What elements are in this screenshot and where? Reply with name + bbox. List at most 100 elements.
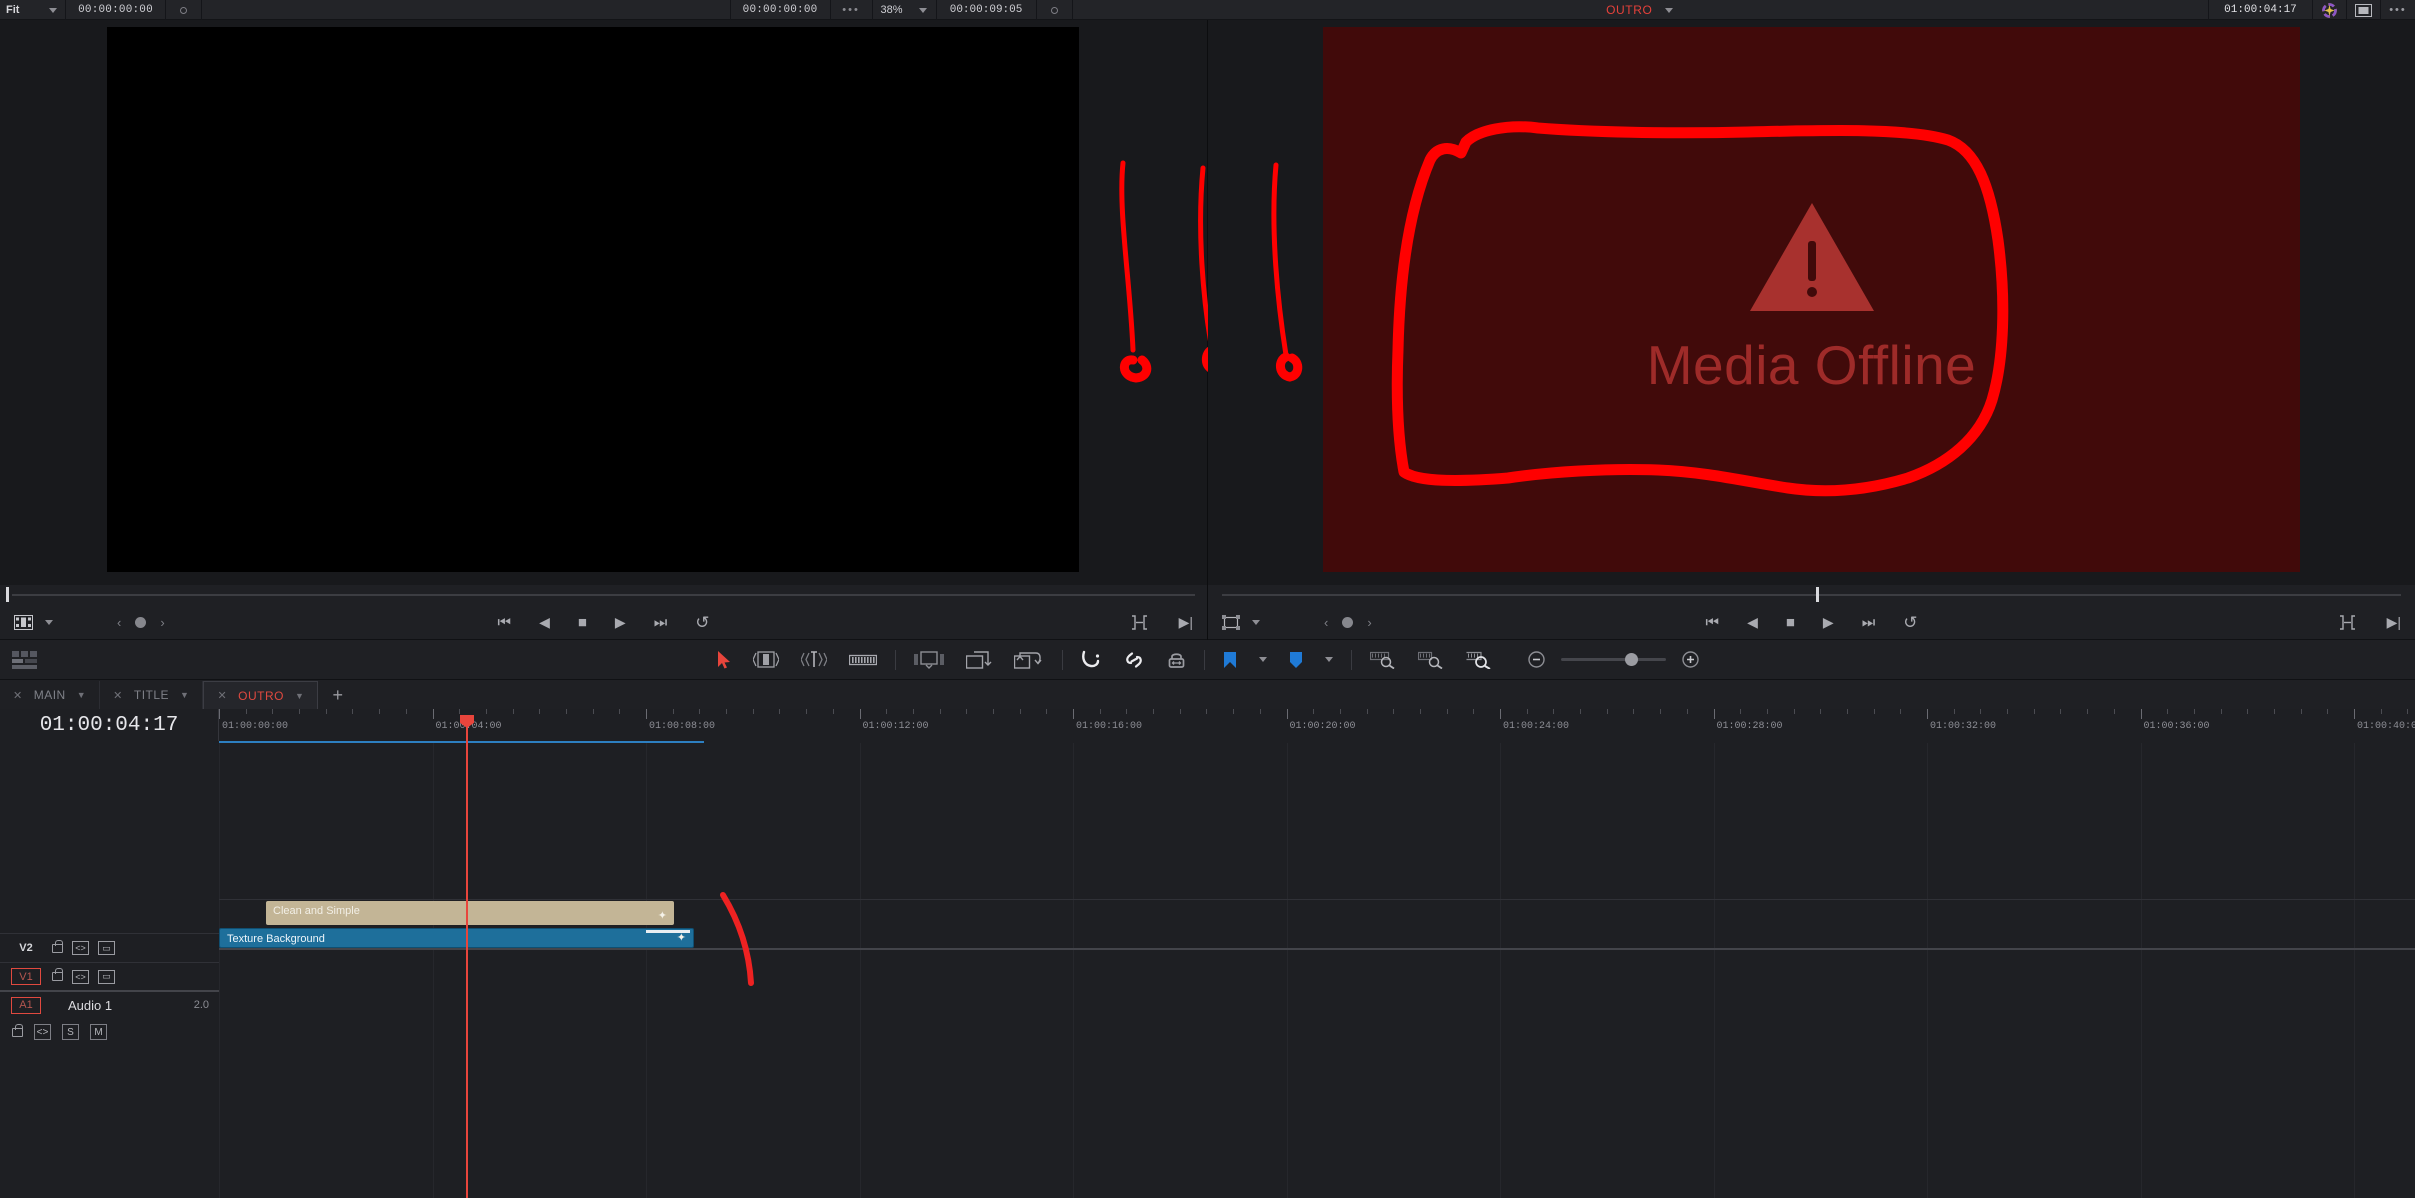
tab-main[interactable]: ✕ MAIN ▼: [0, 681, 101, 709]
source-marker-icon[interactable]: [166, 0, 202, 20]
detail-zoom-icon[interactable]: [1417, 651, 1444, 669]
fit-zoom-label[interactable]: Fit: [0, 0, 40, 20]
video-track-icon[interactable]: ▭: [98, 969, 115, 984]
close-icon[interactable]: ✕: [13, 689, 23, 702]
selection-tool[interactable]: [717, 650, 731, 669]
linked-selection-link-icon[interactable]: [1123, 651, 1145, 669]
timeline-panel: 01:00:04:17 01:00:00:0001:00:04:0001:00:…: [0, 709, 2415, 1198]
close-icon[interactable]: ✕: [217, 689, 227, 702]
auto-select-icon[interactable]: <>: [72, 941, 89, 955]
ruler-tick-label: 01:00:24:00: [1503, 721, 1570, 732]
tab-outro[interactable]: ✕ OUTRO ▼: [203, 681, 319, 709]
timeline-playhead[interactable]: [460, 715, 474, 1198]
timeline-play-forward-button[interactable]: ▶: [1823, 614, 1834, 631]
ruler-minor-tick: [512, 709, 514, 714]
zoom-in-button[interactable]: [1681, 651, 1699, 668]
zoom-slider[interactable]: [1560, 653, 1666, 666]
timeline-next-edit-button[interactable]: ▶|: [2387, 614, 2401, 631]
chevron-down-icon[interactable]: ▼: [180, 690, 189, 700]
marker-icon[interactable]: [1289, 651, 1303, 669]
ruler-major-tick: [2354, 709, 2355, 719]
next-edit-button[interactable]: ▶|: [1179, 614, 1193, 631]
timeline-chevron-down-icon[interactable]: [1658, 0, 1680, 20]
timeline-loop-button[interactable]: ↺: [1903, 613, 1917, 633]
ruler-tick-label: 01:00:36:00: [2143, 721, 2210, 732]
source-scrubber[interactable]: [0, 585, 1208, 605]
auto-select-icon[interactable]: <>: [72, 969, 89, 984]
zoom-chevron-down-icon[interactable]: [911, 0, 937, 20]
ruler-tick-label: 01:00:08:00: [649, 721, 716, 732]
timeline-scrubber[interactable]: [1208, 585, 2415, 605]
tab-title[interactable]: ✕ TITLE ▼: [100, 681, 204, 709]
close-icon[interactable]: ✕: [113, 689, 123, 702]
tab-main-label: MAIN: [33, 688, 66, 702]
chevron-down-icon[interactable]: ▼: [295, 691, 304, 701]
timeline-transport: ‹ › ⏮ ◀ ■ ▶ ⏭ ↺ ▶|: [1208, 605, 2415, 640]
zoom-out-button[interactable]: [1527, 651, 1545, 668]
track-header-a1[interactable]: A1 Audio 1 2.0: [0, 990, 219, 1018]
color-wheel-icon[interactable]: [2313, 0, 2347, 20]
timeline-tracks-body[interactable]: Clean and Simple ✦ Texture Background ✦: [219, 743, 2415, 1198]
clip-clean-and-simple[interactable]: Clean and Simple ✦: [266, 901, 674, 925]
replace-clip-tool[interactable]: [1013, 651, 1044, 669]
timeline-stop-button[interactable]: ■: [1786, 614, 1795, 631]
lock-icon[interactable]: [52, 968, 63, 981]
fit-chevron-down-icon[interactable]: [40, 0, 66, 20]
clip-v1-title: Texture Background: [227, 933, 325, 945]
insert-clip-tool[interactable]: [913, 650, 944, 669]
razor-edit-tool[interactable]: [848, 653, 877, 667]
lock-icon[interactable]: [12, 1023, 23, 1037]
timeline-ruler[interactable]: 01:00:00:0001:00:04:0001:00:08:0001:00:1…: [219, 709, 2415, 741]
source-timecode-field[interactable]: 00:00:00:00: [66, 0, 166, 20]
video-track-icon[interactable]: ▭: [98, 941, 115, 955]
timeline-play-reverse-button[interactable]: ◀: [1747, 614, 1758, 631]
play-reverse-button[interactable]: ◀: [539, 614, 550, 631]
auto-select-icon[interactable]: <>: [34, 1024, 51, 1040]
in-out-range-button[interactable]: [1130, 615, 1149, 630]
clip-texture-background[interactable]: Texture Background ✦: [219, 928, 694, 948]
jump-to-end-button[interactable]: ⏭: [654, 614, 668, 631]
zoom-percent-label[interactable]: 38%: [873, 0, 911, 20]
track-header-v2[interactable]: V2 <> ▭: [0, 933, 219, 962]
timeline-viewer[interactable]: Media Offline: [1208, 20, 2415, 585]
timeline-annotation: [720, 892, 754, 986]
ruler-tick-label: 01:00:12:00: [862, 721, 929, 732]
snapping-magnet-icon[interactable]: [1081, 650, 1101, 669]
lock-icon[interactable]: [52, 939, 63, 953]
dynamic-trim-mode-tool[interactable]: [800, 651, 827, 668]
timeline-jump-to-end-button[interactable]: ⏭: [1862, 614, 1876, 631]
flag-chevron-down-icon[interactable]: [1258, 657, 1267, 662]
loop-button[interactable]: ↺: [695, 613, 709, 633]
flag-icon[interactable]: [1223, 651, 1237, 669]
jump-to-start-button[interactable]: ⏮: [498, 614, 512, 631]
track-a1-label[interactable]: A1: [11, 996, 41, 1014]
mute-button[interactable]: M: [90, 1024, 107, 1040]
track-v1-label[interactable]: V1: [11, 968, 41, 985]
viewer-options-dots-icon[interactable]: •••: [831, 0, 873, 20]
source-scrubber-playhead[interactable]: [6, 587, 9, 602]
record-timecode-field[interactable]: 00:00:00:00: [731, 0, 831, 20]
add-timeline-button[interactable]: +: [318, 681, 357, 709]
more-options-icon[interactable]: •••: [2381, 0, 2415, 20]
position-lock-icon[interactable]: [1167, 651, 1186, 669]
timeline-scrubber-playhead[interactable]: [1816, 587, 1819, 602]
play-forward-button[interactable]: ▶: [615, 614, 626, 631]
display-icon[interactable]: [2347, 0, 2381, 20]
overwrite-clip-tool[interactable]: [965, 650, 992, 669]
track-header-v1[interactable]: V1 <> ▭: [0, 962, 219, 990]
active-timeline-name[interactable]: OUTRO: [1600, 0, 1658, 20]
timeline-in-out-range-button[interactable]: [2338, 615, 2357, 630]
ruler-minor-tick: [1206, 709, 1208, 714]
custom-zoom-icon[interactable]: [1466, 651, 1492, 669]
chevron-down-icon[interactable]: ▼: [77, 690, 86, 700]
duration-timecode-field[interactable]: 00:00:09:05: [937, 0, 1037, 20]
solo-button[interactable]: S: [62, 1024, 79, 1040]
stop-button[interactable]: ■: [578, 614, 587, 631]
source-viewer[interactable]: [0, 20, 1208, 585]
trim-edit-mode-tool[interactable]: [752, 651, 779, 668]
fit-timeline-zoom-icon[interactable]: [1369, 651, 1396, 669]
record-marker-icon[interactable]: [1037, 0, 1073, 20]
marker-chevron-down-icon[interactable]: [1324, 657, 1333, 662]
topbar-spacer-right: [1680, 0, 2209, 20]
timeline-jump-to-start-button[interactable]: ⏮: [1706, 614, 1720, 631]
